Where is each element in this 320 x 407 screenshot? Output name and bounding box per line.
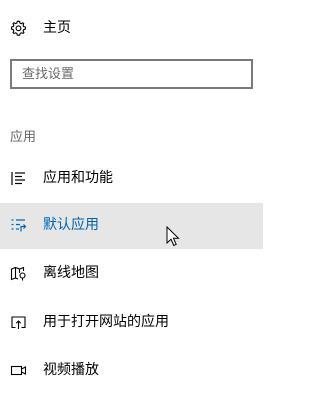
search-box[interactable] bbox=[10, 59, 253, 89]
home-label: 主页 bbox=[43, 20, 71, 36]
home-nav-item[interactable]: 主页 bbox=[0, 0, 263, 56]
video-playback-icon bbox=[10, 362, 27, 379]
nav-item-label: 默认应用 bbox=[43, 217, 99, 233]
offline-maps-icon bbox=[10, 265, 27, 282]
nav-item-apps-for-websites[interactable]: 用于打开网站的应用 bbox=[0, 300, 263, 346]
nav-item-offline-maps[interactable]: 离线地图 bbox=[0, 251, 263, 297]
nav-item-label: 离线地图 bbox=[43, 265, 99, 281]
gear-icon bbox=[10, 20, 27, 37]
nav-item-apps-features[interactable]: 应用和功能 bbox=[0, 156, 263, 202]
apps-for-websites-icon bbox=[10, 314, 27, 331]
mouse-pointer-icon bbox=[166, 225, 180, 248]
apps-features-list-icon bbox=[10, 170, 27, 187]
nav-item-default-apps[interactable]: 默认应用 bbox=[0, 203, 263, 249]
nav-item-label: 用于打开网站的应用 bbox=[43, 314, 169, 330]
search-input[interactable] bbox=[12, 61, 242, 87]
default-apps-icon bbox=[10, 217, 27, 234]
nav-item-label: 应用和功能 bbox=[43, 170, 113, 186]
section-title: 应用 bbox=[10, 130, 37, 145]
nav-item-label: 视频播放 bbox=[43, 362, 99, 378]
nav-item-video-playback[interactable]: 视频播放 bbox=[0, 348, 263, 394]
